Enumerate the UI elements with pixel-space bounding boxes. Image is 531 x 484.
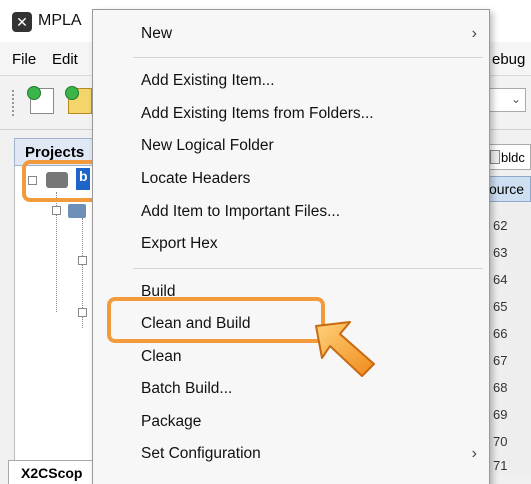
menu-separator — [133, 57, 483, 58]
menu-item-batch-build[interactable]: Batch Build... — [93, 374, 489, 404]
menu-item-set-configuration[interactable]: Set Configuration › — [93, 439, 489, 469]
menu-item-label: Locate Headers — [141, 170, 251, 187]
line-number: 64 — [493, 272, 508, 287]
menu-item-label: Package — [141, 413, 202, 430]
clean-and-build-highlight — [107, 297, 325, 343]
pointer-arrow-icon — [315, 321, 375, 377]
new-project-icon[interactable] — [65, 86, 92, 114]
tree-expand-icon[interactable] — [78, 256, 87, 265]
menu-item-add-existing-items-from-folders[interactable]: Add Existing Items from Folders... — [93, 99, 489, 129]
line-number-gutter: 62 63 64 65 66 67 68 69 70 71 — [486, 204, 531, 474]
menu-item-add-item-to-important-files[interactable]: Add Item to Important Files... — [93, 197, 489, 227]
folder-node-icon — [68, 204, 86, 218]
line-number: 69 — [493, 407, 508, 422]
menu-item-label: Batch Build... — [141, 380, 233, 397]
menu-item-label: Add Item to Important Files... — [141, 203, 340, 220]
menu-debug[interactable]: ebug — [492, 51, 525, 68]
chevron-right-icon: › — [471, 445, 477, 462]
project-context-menu: New › Add Existing Item... Add Existing … — [92, 9, 490, 484]
menu-item-label: Add Existing Item... — [141, 72, 275, 89]
menu-item-new[interactable]: New › — [93, 19, 489, 49]
line-number: 65 — [493, 299, 508, 314]
configuration-combo[interactable]: ⌄ — [486, 88, 526, 112]
x2cscope-tab[interactable]: X2CScop — [8, 460, 98, 484]
menu-item-add-existing-item[interactable]: Add Existing Item... — [93, 66, 489, 96]
menu-edit[interactable]: Edit — [52, 51, 78, 68]
menu-item-new-logical-folder[interactable]: New Logical Folder — [93, 131, 489, 161]
new-file-icon[interactable] — [27, 86, 54, 114]
chevron-down-icon: ⌄ — [510, 92, 521, 106]
line-number: 63 — [493, 245, 508, 260]
menu-item-label: Set Configuration — [141, 445, 261, 462]
line-number: 70 — [493, 434, 508, 449]
menu-item-label: Add Existing Items from Folders... — [141, 105, 374, 122]
tree-expand-icon[interactable] — [52, 206, 61, 215]
source-tab[interactable]: ource — [484, 176, 531, 202]
chevron-right-icon: › — [471, 25, 477, 42]
line-number: 68 — [493, 380, 508, 395]
menu-separator — [133, 268, 483, 269]
line-number: 66 — [493, 326, 508, 341]
menu-file[interactable]: File — [12, 51, 36, 68]
toolbar-grip[interactable] — [12, 90, 16, 116]
app-logo-icon: ✕ — [12, 12, 32, 32]
menu-item-label: Export Hex — [141, 235, 218, 252]
menu-item-locate-headers[interactable]: Locate Headers — [93, 164, 489, 194]
menu-item-label: Clean — [141, 348, 182, 365]
menu-item-label: New Logical Folder — [141, 137, 274, 154]
menu-item-label: New — [141, 25, 173, 42]
line-number: 67 — [493, 353, 508, 368]
menu-item-clean[interactable]: Clean — [93, 342, 489, 372]
line-number: 71 — [493, 458, 508, 473]
menu-item-export-hex[interactable]: Export Hex — [93, 229, 489, 259]
tree-expand-icon[interactable] — [78, 308, 87, 317]
line-number: 62 — [493, 218, 508, 233]
editor-file-tab[interactable]: bldc — [486, 144, 531, 170]
window-title: MPLA — [38, 12, 82, 29]
menu-item-package[interactable]: Package — [93, 407, 489, 437]
